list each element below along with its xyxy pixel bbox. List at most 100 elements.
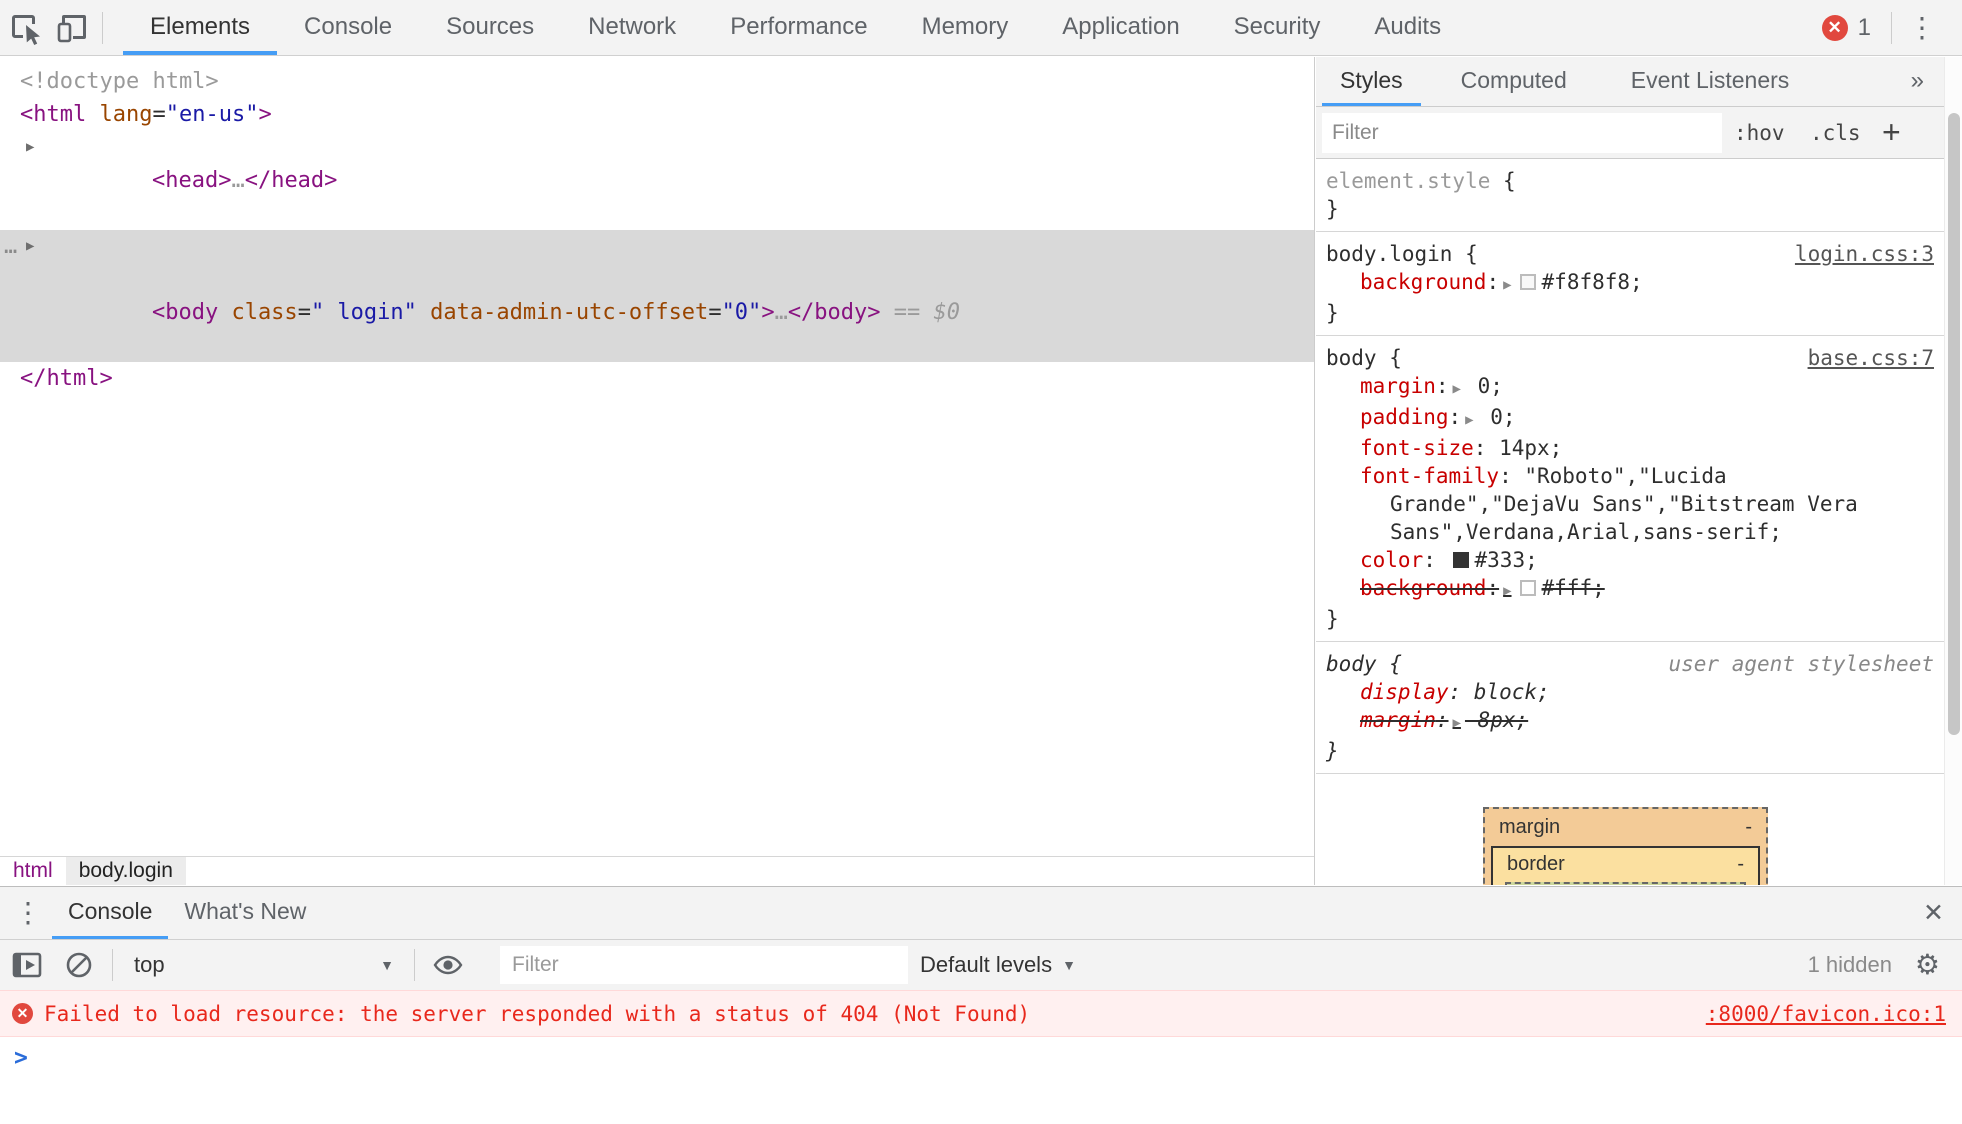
- expand-triangle-icon[interactable]: ▶: [26, 131, 34, 164]
- decl-color[interactable]: color: #333;: [1326, 546, 1934, 574]
- tab-application[interactable]: Application: [1035, 0, 1206, 55]
- console-toolbar: top ▼ Default levels ▼ 1 hidden ⚙: [0, 939, 1962, 990]
- css-rule-element-style[interactable]: element.style { }: [1316, 159, 1944, 232]
- console-error-message[interactable]: ✕ Failed to load resource: the server re…: [0, 990, 1962, 1037]
- drawer-menu-kebab-icon[interactable]: ⋮: [14, 887, 42, 939]
- more-tabs-icon[interactable]: »: [1891, 57, 1944, 106]
- rule-close-brace: }: [1326, 607, 1339, 631]
- elements-panel: <!doctype html> <html lang="en-us"> ▶ <he…: [0, 57, 1315, 885]
- toolbar-separator: [1891, 11, 1892, 44]
- dom-row-head[interactable]: ▶ <head>…</head>: [0, 131, 1314, 230]
- error-count: 1: [1857, 13, 1871, 41]
- error-circle-icon: ✕: [12, 1003, 33, 1024]
- panel-tabs: Elements Console Sources Network Perform…: [123, 0, 1468, 55]
- decl-display[interactable]: display: block;: [1326, 678, 1934, 706]
- border-label: border: [1507, 853, 1565, 875]
- tab-console[interactable]: Console: [277, 0, 419, 55]
- tab-performance[interactable]: Performance: [703, 0, 894, 55]
- decl-margin-overridden[interactable]: margin: ▶ 8px;: [1326, 706, 1934, 737]
- sidebar-tabs: Styles Computed Event Listeners »: [1316, 57, 1944, 107]
- tab-network[interactable]: Network: [561, 0, 703, 55]
- more-options-kebab-icon[interactable]: ⋮: [1898, 11, 1946, 44]
- live-expression-eye-icon[interactable]: [432, 940, 464, 990]
- decl-font-family-wrap: Sans",Verdana,Arial,sans-serif;: [1390, 520, 1782, 544]
- stylesheet-link-login-css[interactable]: login.css:3: [1795, 240, 1934, 268]
- expand-triangle-icon[interactable]: ▶: [26, 230, 34, 263]
- dom-row-body-selected[interactable]: … ▶ <body class=" login" data-admin-utc-o…: [0, 230, 1314, 362]
- dropdown-caret-icon: ▼: [1062, 957, 1076, 973]
- circle-slash-icon: [66, 952, 92, 978]
- box-model-border[interactable]: border -: [1491, 846, 1760, 885]
- drawer-tab-console[interactable]: Console: [52, 887, 169, 939]
- drawer-tab-whats-new[interactable]: What's New: [168, 887, 322, 939]
- rule-close-brace: }: [1326, 197, 1339, 221]
- box-model-margin[interactable]: margin - border -: [1483, 807, 1768, 885]
- margin-value[interactable]: -: [1745, 816, 1752, 839]
- toggle-element-state-button[interactable]: :hov: [1734, 107, 1785, 159]
- log-levels-dropdown[interactable]: Default levels ▼: [920, 940, 1076, 990]
- tab-memory[interactable]: Memory: [895, 0, 1036, 55]
- console-sidebar-toggle-icon[interactable]: [12, 940, 42, 990]
- main-split: <!doctype html> <html lang="en-us"> ▶ <he…: [0, 57, 1962, 885]
- error-message-text: Failed to load resource: the server resp…: [44, 1001, 1031, 1026]
- inspect-element-icon[interactable]: [4, 0, 50, 55]
- error-source-link[interactable]: :8000/favicon.ico:1: [1706, 1002, 1946, 1026]
- breadcrumb-html[interactable]: html: [0, 857, 66, 885]
- decl-margin[interactable]: margin: ▶ 0;: [1326, 372, 1934, 403]
- decl-background[interactable]: background: ▶ #f8f8f8;: [1326, 268, 1934, 299]
- dom-row-head-code: <head>…</head>: [151, 168, 338, 193]
- css-rule-body[interactable]: base.css:7 body { margin: ▶ 0; padding: ▶ …: [1316, 336, 1944, 642]
- devtools-toolbar: Elements Console Sources Network Perform…: [0, 0, 1962, 56]
- console-drawer: ⋮ Console What's New ✕ top ▼ Filter Defa…: [0, 886, 1962, 1124]
- tab-styles[interactable]: Styles: [1322, 57, 1421, 106]
- toolbar-separator: [102, 11, 103, 44]
- context-label: top: [134, 952, 165, 977]
- dom-row-doctype[interactable]: <!doctype html>: [0, 65, 1314, 98]
- prompt-chevron-icon: >: [14, 1045, 28, 1071]
- tab-audits[interactable]: Audits: [1347, 0, 1468, 55]
- toolbar-separator: [112, 949, 113, 981]
- tab-elements[interactable]: Elements: [123, 0, 278, 55]
- scrollbar-thumb[interactable]: [1948, 113, 1960, 735]
- rule-selector: element.style {: [1326, 169, 1516, 193]
- device-toolbar-icon[interactable]: [50, 0, 96, 55]
- decl-padding[interactable]: padding: ▶ 0;: [1326, 403, 1934, 434]
- tab-security[interactable]: Security: [1207, 0, 1348, 55]
- console-settings-gear-icon[interactable]: ⚙: [1915, 940, 1940, 990]
- breadcrumb-body-login[interactable]: body.login: [65, 857, 186, 885]
- stylesheet-link-base-css[interactable]: base.css:7: [1808, 344, 1934, 372]
- dom-row-html-open[interactable]: <html lang="en-us">: [0, 98, 1314, 131]
- toolbar-separator: [414, 949, 415, 981]
- css-rule-body-login[interactable]: login.css:3 body.login { background: ▶ #f8…: [1316, 232, 1944, 336]
- decl-background-overridden[interactable]: background: ▶ #fff;: [1326, 574, 1934, 605]
- decl-font-size[interactable]: font-size: 14px;: [1326, 434, 1934, 462]
- drawer-tabs: ⋮ Console What's New ✕: [0, 887, 1962, 939]
- error-badge-icon[interactable]: ✕: [1821, 14, 1848, 41]
- eye-icon: [433, 955, 463, 975]
- execution-context-selector[interactable]: top ▼: [134, 940, 394, 990]
- new-style-rule-button[interactable]: +: [1882, 107, 1901, 157]
- box-model-padding[interactable]: [1505, 882, 1746, 885]
- styles-filter-input[interactable]: [1322, 113, 1722, 153]
- box-model-diagram[interactable]: margin - border -: [1483, 807, 1768, 885]
- margin-label: margin: [1499, 816, 1561, 838]
- border-value[interactable]: -: [1737, 853, 1744, 876]
- decl-font-family[interactable]: font-family: "Roboto","Lucida: [1326, 462, 1934, 490]
- tab-event-listeners[interactable]: Event Listeners: [1613, 57, 1808, 106]
- rule-close-brace: }: [1326, 739, 1339, 763]
- tab-computed[interactable]: Computed: [1443, 57, 1585, 106]
- clear-console-icon[interactable]: [64, 940, 94, 990]
- close-drawer-icon[interactable]: ✕: [1923, 887, 1944, 939]
- sidebar-play-icon: [12, 952, 42, 978]
- element-classes-button[interactable]: .cls: [1810, 107, 1861, 159]
- tab-sources[interactable]: Sources: [419, 0, 561, 55]
- dom-row-body-code: <body class=" login" data-admin-utc-offs…: [151, 300, 961, 325]
- dom-breadcrumb: html body.login: [0, 856, 1314, 885]
- styles-scrollbar[interactable]: [1944, 57, 1962, 885]
- css-rule-user-agent[interactable]: user agent stylesheet body { display: bl…: [1316, 642, 1944, 774]
- styles-sidebar: Styles Computed Event Listeners » :hov .…: [1316, 57, 1944, 885]
- console-prompt[interactable]: >: [0, 1037, 1962, 1079]
- inspect-cursor-icon: [12, 14, 40, 45]
- console-filter-input[interactable]: [500, 946, 908, 984]
- dom-row-html-close[interactable]: </html>: [0, 362, 1314, 395]
